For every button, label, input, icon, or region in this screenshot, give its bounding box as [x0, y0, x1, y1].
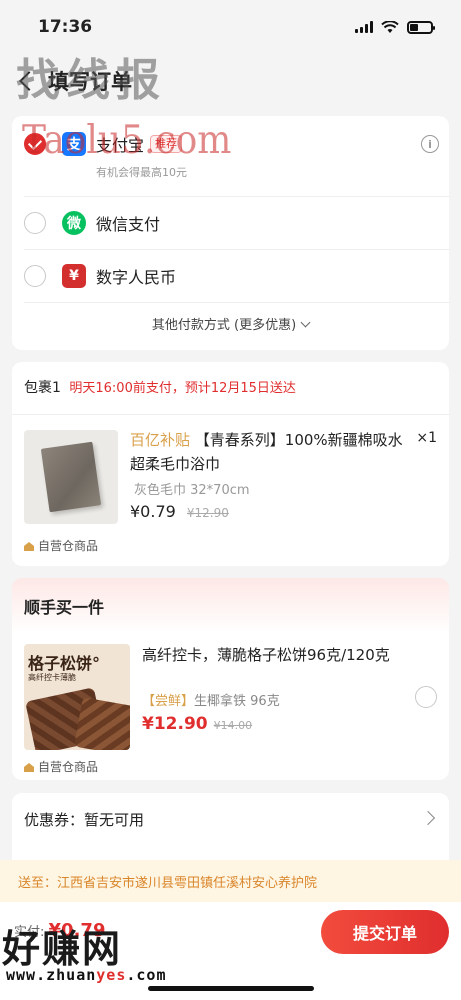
- add-on-card: 顺手买一件 格子松饼° 高纤控卡薄脆 高纤控卡，薄脆格子松饼96克/120克 【…: [12, 578, 449, 780]
- self-operated-label: 自营仓商品: [38, 539, 99, 553]
- product-title[interactable]: 百亿补贴 【青春系列】100%新疆棉吸水超柔毛巾浴巾: [130, 428, 410, 476]
- product-price-row: ¥0.79 ¥12.90: [130, 502, 229, 521]
- ecny-radio[interactable]: [24, 265, 46, 287]
- watermark-url: www.zhuanyes.com: [6, 966, 167, 984]
- recommend-badge: 推荐: [150, 135, 183, 153]
- shipping-address-text: 送至：江西省吉安市遂川县雩田镇任溪村安心养护院: [18, 875, 318, 891]
- wechat-pay-label: 微信支付: [96, 215, 161, 234]
- package-label: 包裹1: [24, 380, 61, 396]
- nav-bar: 填写订单: [0, 56, 461, 106]
- more-payment-methods[interactable]: 其他付款方式 (更多优惠): [12, 314, 449, 333]
- product-quantity: ×1: [416, 430, 437, 446]
- waffle-image: [74, 697, 130, 750]
- package-card: 包裹1 明天16:00前支付，预计12月15日送达 百亿补贴 【青春系列】100…: [12, 362, 449, 566]
- divider: [12, 414, 449, 415]
- alipay-radio[interactable]: [24, 133, 46, 155]
- add-on-original-price: ¥14.00: [213, 719, 253, 732]
- self-operated-label: 自营仓商品: [38, 760, 99, 774]
- wechat-radio[interactable]: [24, 212, 46, 234]
- add-on-product-name[interactable]: 高纤控卡，薄脆格子松饼96克/120克: [142, 644, 402, 666]
- watermark-url-suffix: .com: [126, 966, 167, 984]
- add-on-title: 顺手买一件: [24, 598, 105, 617]
- watermark-url-prefix: www.zhuan: [6, 966, 97, 984]
- watermark-url-highlight: yes: [96, 966, 127, 984]
- add-on-price-row: ¥12.90 ¥14.00: [142, 714, 252, 734]
- add-on-select-radio[interactable]: [415, 686, 437, 708]
- image-sub-text: 高纤控卡薄脆: [28, 673, 76, 682]
- product-spec: 灰色毛巾 32*70cm: [134, 483, 250, 498]
- battery-icon: [407, 20, 435, 34]
- alipay-promo-text: 有机会得最高10元: [96, 166, 187, 179]
- self-operated-tag: 自营仓商品: [24, 537, 98, 554]
- chevron-right-icon: [420, 810, 436, 826]
- ecny-label: 数字人民币: [96, 268, 177, 287]
- status-time: 17:36: [38, 17, 93, 37]
- alipay-icon: 支: [62, 132, 86, 156]
- battery-level: [410, 23, 418, 31]
- status-icons: [355, 20, 435, 34]
- status-bar: 17:36: [0, 0, 461, 54]
- info-icon[interactable]: i: [421, 135, 439, 153]
- submit-order-button[interactable]: 提交订单: [321, 910, 449, 954]
- product-price: ¥0.79: [130, 502, 176, 521]
- payment-option-alipay[interactable]: 支 支付宝 推荐: [12, 118, 449, 170]
- payment-methods-card: 支 支付宝 推荐 有机会得最高10元 i 微 微信支付 ¥ 数字人民币 其他付款…: [12, 116, 449, 350]
- back-arrow-icon[interactable]: [19, 71, 39, 91]
- delivery-note: 明天16:00前支付，预计12月15日送达: [69, 381, 296, 396]
- warehouse-icon: [24, 763, 34, 772]
- product-image[interactable]: [24, 430, 118, 524]
- page-title: 填写订单: [48, 70, 132, 94]
- add-on-variant: 【尝鲜】生椰拿铁 96克: [142, 690, 280, 709]
- chevron-down-icon: [300, 317, 311, 328]
- shipping-address-bar[interactable]: 送至：江西省吉安市遂川县雩田镇任溪村安心养护院: [0, 860, 461, 902]
- variant-label: 生椰拿铁 96克: [194, 694, 280, 709]
- ecny-icon: ¥: [62, 264, 86, 288]
- more-payment-label: 其他付款方式 (更多优惠): [151, 318, 297, 333]
- signal-icon: [355, 21, 373, 33]
- wechat-pay-icon: 微: [62, 211, 86, 235]
- fresh-tag: 【尝鲜】: [142, 694, 195, 709]
- divider: [24, 302, 449, 303]
- image-title-text: 格子松饼°: [28, 654, 101, 673]
- coupon-label: 优惠券：暂无可用: [24, 811, 145, 829]
- warehouse-icon: [24, 542, 34, 551]
- towel-image: [40, 441, 102, 513]
- payment-option-wechat[interactable]: 微 微信支付: [12, 197, 449, 249]
- alipay-label: 支付宝: [96, 136, 145, 155]
- watermark-bottom: 好赚网: [2, 926, 123, 971]
- product-original-price: ¥12.90: [186, 506, 229, 520]
- payment-option-ecny[interactable]: ¥ 数字人民币: [12, 250, 449, 302]
- add-on-product-image[interactable]: 格子松饼° 高纤控卡薄脆: [24, 644, 130, 750]
- wifi-icon: [381, 20, 399, 33]
- home-indicator[interactable]: [148, 986, 314, 991]
- subsidy-tag: 百亿补贴: [130, 431, 191, 449]
- self-operated-tag: 自营仓商品: [24, 758, 98, 775]
- add-on-price: ¥12.90: [142, 714, 208, 734]
- package-header: 包裹1 明天16:00前支付，预计12月15日送达: [24, 377, 296, 397]
